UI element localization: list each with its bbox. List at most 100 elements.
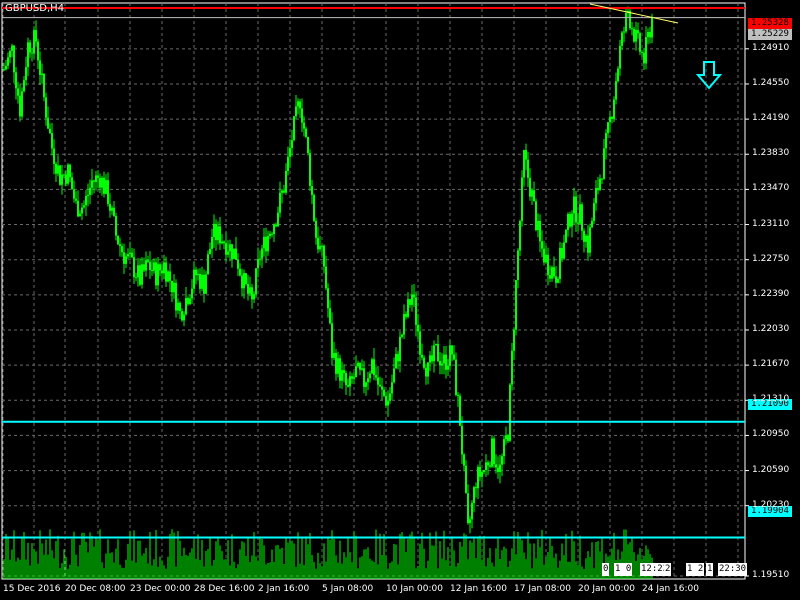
candle-body (447, 365, 449, 370)
candle-body (275, 224, 277, 227)
candle-body (225, 243, 227, 255)
candle-body (101, 177, 103, 188)
candle-body (91, 180, 93, 188)
candle-body (375, 375, 377, 378)
candle-body (507, 435, 509, 441)
candle-body (555, 276, 557, 283)
candle-body (343, 370, 345, 374)
candle-body (397, 354, 399, 362)
candle-body (193, 269, 195, 289)
candle-body (289, 148, 291, 157)
x-tick-label: 23 Dec 00:00 (130, 584, 191, 594)
candle-body (479, 466, 481, 477)
candle-body (177, 302, 179, 311)
candle-body (9, 50, 11, 58)
candle-body (189, 298, 191, 305)
candle-body (219, 226, 221, 244)
candle-body (575, 196, 577, 223)
chart-grid (1, 2, 749, 580)
candle-body (553, 267, 555, 277)
candle-body (117, 235, 119, 245)
timer-segment: 0 (602, 563, 610, 576)
candle-body (45, 97, 47, 118)
candle-body (139, 265, 141, 285)
candle-body (63, 174, 65, 176)
candle-body (215, 223, 217, 241)
candle-body (17, 88, 19, 96)
candle-body (223, 241, 225, 244)
candle-body (409, 299, 411, 305)
price-chart[interactable] (0, 0, 800, 600)
symbol-title: GBPUSD,H4 (5, 3, 65, 14)
candle-body (173, 282, 175, 293)
candle-body (495, 464, 497, 468)
candle-body (591, 220, 593, 228)
candle-body (597, 188, 599, 190)
candle-body (149, 261, 151, 270)
candle-body (85, 195, 87, 206)
candle-body (205, 274, 207, 294)
candle-body (29, 42, 31, 53)
candle-body (61, 174, 63, 185)
candle-body (293, 116, 295, 141)
y-tick-label: 1.23470 (752, 183, 790, 194)
timer-segment: 1 0 (614, 563, 633, 576)
candle-body (265, 236, 267, 252)
candle-body (525, 150, 527, 160)
candle-body (455, 359, 457, 396)
candle-body (3, 69, 5, 71)
candle-body (113, 207, 115, 216)
candle-body (505, 435, 507, 440)
candle-body (551, 267, 553, 279)
candle-body (131, 252, 133, 258)
candle-body (135, 277, 137, 279)
candle-body (361, 368, 363, 370)
candle-body (531, 190, 533, 197)
candle-body (537, 220, 539, 231)
candle-body (127, 254, 129, 257)
candle-body (107, 180, 109, 204)
down-arrow-signal-icon[interactable] (695, 60, 723, 90)
candle-body (387, 400, 389, 406)
candle-body (143, 264, 145, 271)
candle-body (611, 116, 613, 119)
candle-body (521, 177, 523, 222)
candle-body (203, 274, 205, 294)
x-tick-label: 5 Jan 08:00 (322, 584, 374, 594)
candle-body (641, 51, 643, 53)
candle-body (509, 384, 511, 441)
candle-body (587, 235, 589, 253)
candle-body (51, 133, 53, 149)
y-tick-label: 1.20950 (752, 429, 790, 440)
candle-body (373, 359, 375, 376)
candle-body (245, 273, 247, 284)
candle-body (69, 164, 71, 178)
candle-body (535, 201, 537, 231)
candle-body (563, 242, 565, 259)
candle-body (385, 395, 387, 406)
candle-body (197, 273, 199, 276)
candle-body (403, 314, 405, 335)
candle-body (25, 67, 27, 81)
candle-body (369, 373, 371, 379)
candle-body (185, 298, 187, 315)
candle-body (303, 122, 305, 129)
candle-body (243, 273, 245, 289)
candle-body (229, 244, 231, 252)
candle-body (31, 52, 33, 54)
candle-body (89, 187, 91, 195)
candle-body (625, 13, 627, 32)
candle-body (605, 133, 607, 149)
candle-body (93, 180, 95, 182)
candle-body (71, 177, 73, 190)
candle-body (151, 269, 153, 271)
candle-body (55, 163, 57, 174)
current-price-tag: 1.25328 (748, 18, 792, 29)
candle-body (277, 212, 279, 227)
candle-body (19, 95, 21, 117)
candle-body (171, 280, 173, 293)
candle-body (137, 265, 139, 278)
candlesticks (3, 6, 653, 534)
candle-body (123, 252, 125, 264)
candle-body (105, 180, 107, 194)
